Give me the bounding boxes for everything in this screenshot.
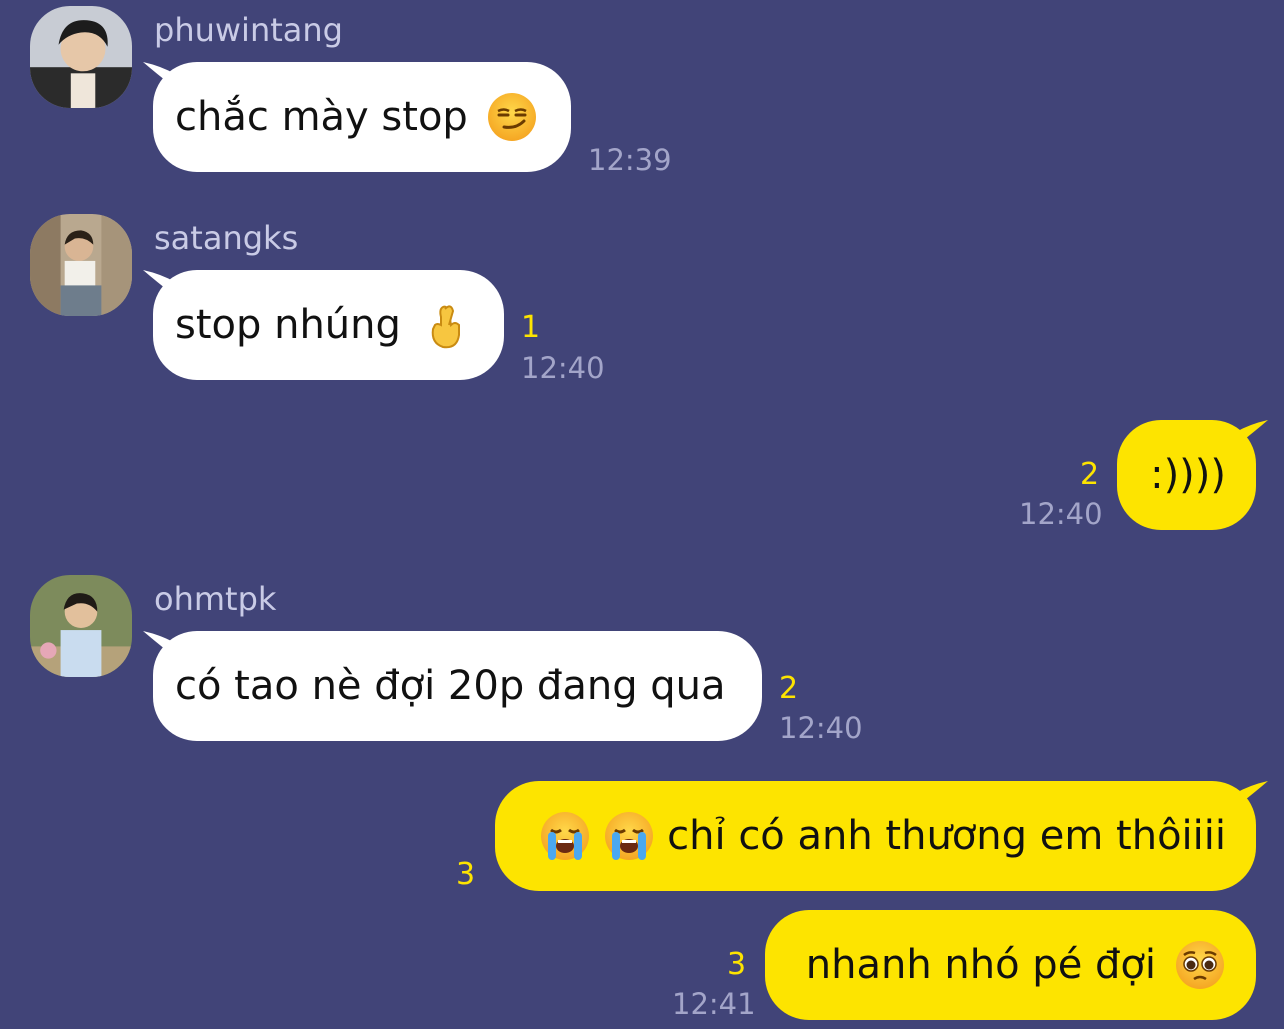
- read-count: 1: [521, 310, 541, 345]
- read-count: 3: [456, 857, 476, 892]
- message-bubble[interactable]: :)))): [1117, 420, 1268, 530]
- message-bubble[interactable]: nhanh nhó pé đợi: [765, 910, 1256, 1020]
- message-text: nhanh nhó pé đợi: [805, 942, 1156, 988]
- crossed-fingers-icon: [419, 299, 471, 351]
- read-count: 3: [727, 947, 747, 982]
- read-count: 2: [1080, 457, 1100, 492]
- message-bubble[interactable]: chắc mày stop: [143, 62, 571, 172]
- pleading-face-icon: [1174, 939, 1226, 991]
- sender-name: phuwintang: [154, 11, 343, 49]
- message-bubble[interactable]: chỉ có anh thương em thôiiii: [495, 781, 1268, 891]
- avatar-satangks[interactable]: [30, 214, 132, 316]
- message-time: 12:39: [588, 143, 672, 177]
- message-text: stop nhúng: [175, 302, 401, 348]
- message-bubble[interactable]: có tao nè đợi 20p đang qua: [143, 631, 762, 741]
- loudly-crying-face-icon: [539, 810, 591, 862]
- loudly-crying-face-icon: [603, 810, 655, 862]
- sender-name: ohmtpk: [154, 580, 277, 618]
- message-time: 12:40: [521, 351, 605, 385]
- message-bubble[interactable]: stop nhúng: [143, 270, 504, 380]
- message-time: 12:40: [1019, 497, 1103, 531]
- message-text: chắc mày stop: [175, 94, 468, 140]
- sender-name: satangks: [154, 219, 299, 257]
- read-count: 2: [779, 671, 799, 706]
- message-time: 12:40: [779, 711, 863, 745]
- message-text: chỉ có anh thương em thôiiii: [667, 813, 1226, 859]
- message-time: 12:41: [672, 987, 756, 1021]
- avatar-phuwintang[interactable]: [30, 6, 132, 108]
- message-text: có tao nè đợi 20p đang qua: [175, 663, 726, 709]
- smirking-face-icon: [486, 91, 538, 143]
- avatar-ohmtpk[interactable]: [30, 575, 132, 677]
- message-text: :)))): [1150, 452, 1226, 498]
